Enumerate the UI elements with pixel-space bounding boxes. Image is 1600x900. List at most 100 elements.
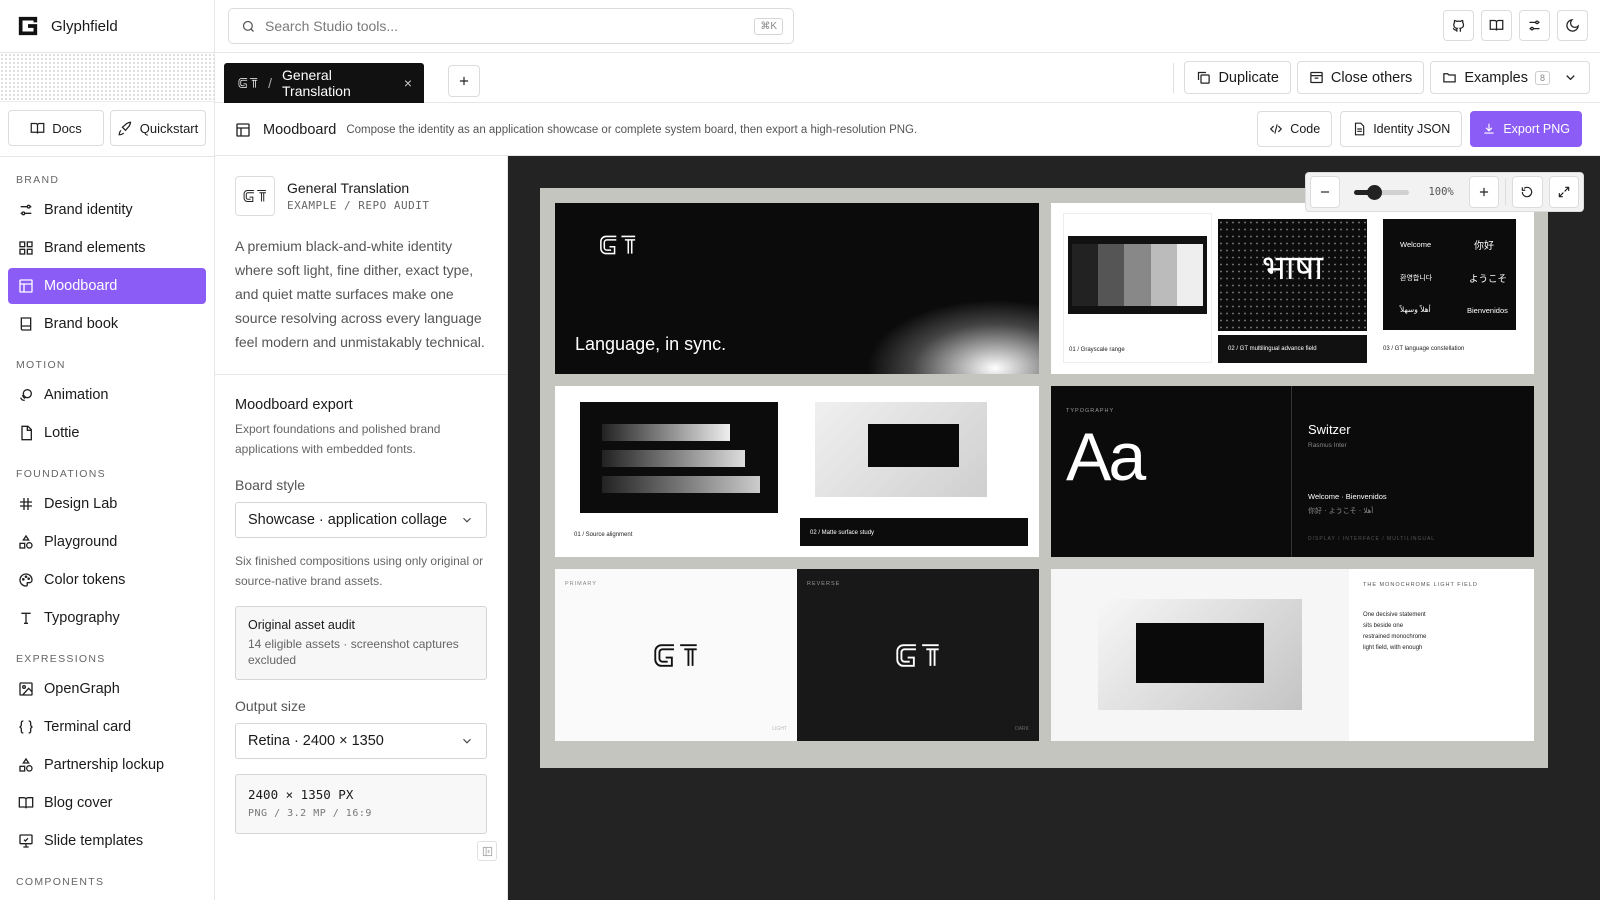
top-bar: ⌘K (215, 0, 1600, 53)
sidebar-item-lottie[interactable]: Lottie (8, 415, 206, 451)
output-meta: PNG / 3.2 MP / 16:9 (248, 808, 372, 819)
sidebar-item-label: Design Lab (44, 496, 118, 512)
gt-logo-icon (654, 644, 697, 667)
code-button-label: Code (1290, 122, 1321, 136)
type-sample-multilingual: 你好 · ようこそ · أهلا (1308, 507, 1374, 515)
search-box[interactable]: ⌘K (228, 8, 794, 44)
light-field-panel (1051, 569, 1349, 741)
sidebar: Glyphfield Docs Quickstart BRAND Brand id… (0, 0, 215, 900)
sidebar-item-typography[interactable]: Typography (8, 600, 206, 636)
sidebar-item-terminal-card[interactable]: Terminal card (8, 709, 206, 745)
export-png-label: Export PNG (1503, 122, 1570, 136)
examples-count-badge: 8 (1534, 70, 1550, 85)
sliders-icon (1529, 20, 1540, 31)
file-icon (1355, 122, 1365, 136)
project-name: General Translation (287, 180, 410, 196)
monochrome-title: THE MONOCHROME LIGHT FIELD (1363, 582, 1478, 588)
zoom-slider-handle[interactable] (1366, 184, 1382, 200)
examples-button[interactable]: Examples 8 (1430, 61, 1590, 94)
greeting-arabic: أهلاً وسهلاً (1400, 305, 1431, 314)
close-others-button[interactable]: Close others (1296, 61, 1425, 94)
hero-tile: Language, in sync. (555, 203, 1039, 374)
sidebar-item-slide-templates[interactable]: Slide templates (8, 823, 206, 859)
identity-json-label: Identity JSON (1373, 122, 1451, 136)
hash-icon (20, 498, 32, 510)
sidebar-item-brand-book[interactable]: Brand book (8, 306, 206, 342)
tab-close-icon[interactable]: × (404, 75, 412, 91)
reverse-tag: DARK (1015, 726, 1029, 732)
collapse-panel-button[interactable] (477, 841, 497, 861)
reset-view-button[interactable] (1512, 176, 1543, 208)
audit-title: Original asset audit (248, 618, 356, 632)
identity-json-button[interactable]: Identity JSON (1340, 111, 1463, 147)
sidebar-item-moodboard[interactable]: Moodboard (8, 268, 206, 304)
github-icon (1452, 19, 1465, 32)
book-open-icon (1489, 19, 1504, 31)
grayscale-caption: 01 / Grayscale range (1069, 347, 1125, 353)
sidebar-item-brand-elements[interactable]: Brand elements (8, 230, 206, 266)
chevron-down-icon (463, 517, 471, 523)
monochrome-line-3: restrained monochrome (1363, 634, 1427, 640)
type-sample-latin: Welcome · Bienvenidos (1308, 492, 1387, 501)
sidebar-item-animation[interactable]: Animation (8, 377, 206, 413)
sidebar-item-label: Partnership lockup (44, 757, 165, 773)
sidebar-item-label: Terminal card (44, 719, 132, 735)
sidebar-item-playground[interactable]: Playground (8, 524, 206, 560)
sidebar-item-partnership-lockup[interactable]: Partnership lockup (8, 747, 206, 783)
typography-specimen: Aa (1066, 419, 1146, 495)
settings-button[interactable] (1519, 10, 1550, 41)
primary-tag: LIGHT (772, 726, 787, 732)
github-button[interactable] (1443, 10, 1474, 41)
quickstart-button-label: Quickstart (139, 120, 199, 136)
greeting-spanish: Bienvenidos (1467, 306, 1508, 315)
braces-icon (19, 720, 33, 734)
zoom-level: 100% (1428, 186, 1454, 198)
search-input[interactable] (265, 18, 746, 34)
hero-tagline: Language, in sync. (575, 334, 727, 354)
docs-button[interactable]: Docs (8, 110, 104, 146)
sidebar-item-opengraph[interactable]: OpenGraph (8, 671, 206, 707)
docs-icon-button[interactable] (1481, 10, 1512, 41)
output-size-label: Output size (235, 698, 306, 714)
sidebar-item-brand-identity[interactable]: Brand identity (8, 192, 206, 228)
zoom-in-button[interactable] (1468, 176, 1500, 208)
divider (1173, 62, 1175, 93)
dither-pattern (0, 53, 214, 102)
fullscreen-button[interactable] (1548, 176, 1580, 208)
tab-label: General Translation (282, 67, 351, 99)
chevron-down-icon (1566, 75, 1575, 81)
board-style-select[interactable]: Showcase · application collage (235, 502, 487, 538)
code-button[interactable]: Code (1257, 111, 1333, 147)
plus-icon (1479, 187, 1489, 197)
rocket-icon (118, 121, 131, 135)
typography-label: TYPOGRAPHY (1066, 408, 1115, 414)
export-png-button[interactable]: Export PNG (1470, 111, 1582, 147)
sidebar-item-label: Moodboard (44, 278, 118, 294)
zoom-out-button[interactable] (1310, 176, 1341, 208)
close-others-icon (1310, 71, 1323, 84)
asset-trio-tile: 01 / Grayscale range भाषा 02 / GT multil… (1051, 203, 1534, 374)
output-summary: 2400 × 1350 PX PNG / 3.2 MP / 16:9 (235, 774, 487, 834)
theme-toggle-button[interactable] (1557, 10, 1588, 41)
monochrome-line-4: light field, with enough (1363, 645, 1423, 651)
duplicate-button[interactable]: Duplicate (1184, 61, 1291, 94)
monochrome-line-2: sits beside one (1363, 623, 1404, 629)
sidebar-item-label: Brand book (44, 316, 119, 332)
sidebar-item-design-lab[interactable]: Design Lab (8, 486, 206, 522)
sidebar-item-color-tokens[interactable]: Color tokens (8, 562, 206, 598)
tab-general-translation[interactable]: / General Translation × (224, 63, 424, 103)
page-header: Moodboard Compose the identity as an app… (215, 103, 1600, 156)
app-brand[interactable]: Glyphfield (0, 0, 214, 53)
monochrome-line-1: One decisive statement (1363, 612, 1426, 618)
output-size-select[interactable]: Retina · 2400 × 1350 (235, 723, 487, 759)
sidebar-item-label: Lottie (44, 425, 80, 441)
sidebar-item-blog-cover[interactable]: Blog cover (8, 785, 206, 821)
shapes-icon (19, 757, 33, 772)
quickstart-button[interactable]: Quickstart (110, 110, 206, 146)
moodboard-canvas[interactable]: Language, in sync. 01 / Grayscale range … (508, 156, 1600, 900)
zoom-slider[interactable] (1354, 184, 1410, 200)
export-title: Moodboard export (235, 397, 353, 413)
page-title: Moodboard (263, 121, 337, 138)
add-tab-button[interactable] (448, 65, 480, 97)
sidebar-section-heading: MOTION (16, 359, 66, 371)
